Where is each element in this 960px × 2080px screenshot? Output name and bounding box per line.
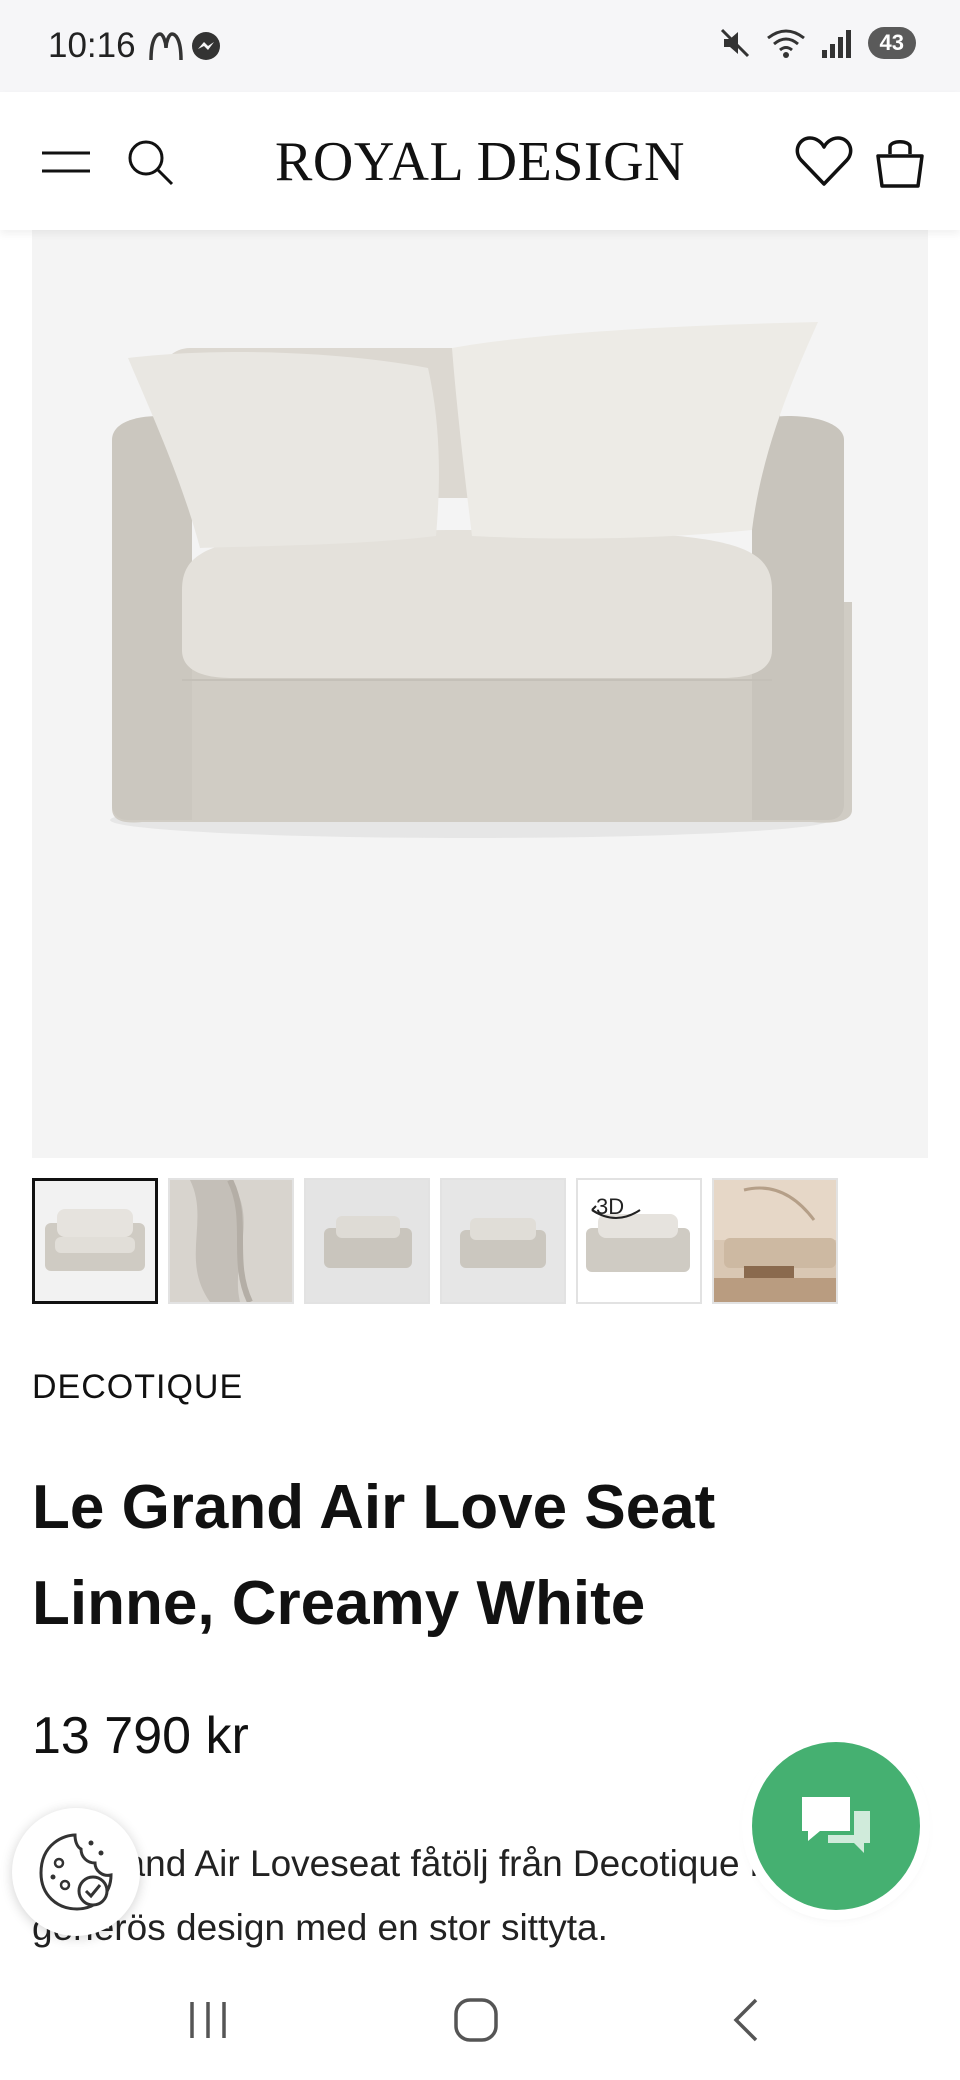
status-system-icons: 43	[718, 26, 916, 60]
thumbnail-3d[interactable]: 3D	[576, 1178, 702, 1304]
mute-icon	[720, 28, 749, 58]
thumbnail-front[interactable]	[32, 1178, 158, 1304]
status-notifications	[148, 30, 222, 62]
bag-icon	[876, 140, 924, 188]
cookie-settings-button[interactable]	[12, 1808, 140, 1936]
wifi-icon	[766, 29, 805, 58]
battery-icon: 43	[867, 27, 916, 59]
thumbnail-front-small[interactable]	[440, 1178, 566, 1304]
product-price: 13 790 kr	[32, 1707, 249, 1765]
thumbnail-fabric[interactable]	[168, 1178, 294, 1304]
thumbnail-strip: 3D	[32, 1178, 838, 1304]
back-button[interactable]	[706, 1990, 786, 2050]
recent-apps-icon	[190, 2002, 226, 2038]
product-main-image[interactable]	[32, 230, 928, 1158]
thumbnail-angle[interactable]	[304, 1178, 430, 1304]
product-brand[interactable]: DECOTIQUE	[32, 1368, 243, 1407]
status-bar: 10:16 43	[0, 0, 960, 92]
system-nav-bar	[0, 1960, 960, 2080]
site-header: ROYAL DESIGN	[0, 92, 960, 230]
chat-icon	[802, 1797, 870, 1853]
mcdonalds-icon	[149, 32, 183, 61]
loveseat-illustration	[110, 322, 852, 838]
heart-icon	[795, 136, 853, 186]
home-button[interactable]	[436, 1990, 516, 2050]
back-icon	[733, 1998, 758, 2042]
chat-button[interactable]	[752, 1742, 920, 1910]
recent-apps-button[interactable]	[168, 1990, 248, 2050]
3d-badge: 3D	[596, 1194, 625, 1219]
cart-button[interactable]	[868, 130, 932, 194]
signal-icon	[821, 30, 851, 58]
status-time: 10:16	[48, 26, 136, 65]
thumbnail-room[interactable]	[712, 1178, 838, 1304]
messenger-icon	[192, 32, 220, 60]
wishlist-button[interactable]	[792, 130, 856, 194]
cookie-icon	[39, 1833, 113, 1911]
product-title: Le Grand Air Love Seat Linne, Creamy Whi…	[32, 1473, 716, 1638]
home-icon	[454, 1998, 498, 2042]
